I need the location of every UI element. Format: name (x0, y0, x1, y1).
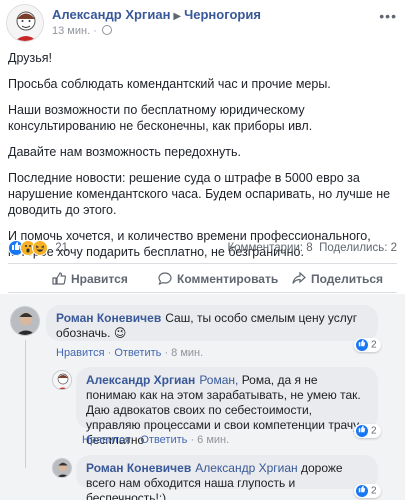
reply-author-avatar[interactable] (52, 370, 72, 390)
post-paragraph: Последние новости: решение суда о штрафе… (8, 171, 391, 217)
like-icon (356, 485, 368, 497)
commenter-avatar[interactable] (10, 306, 40, 336)
reaction-icons[interactable]: 21 (8, 240, 68, 258)
author-avatar[interactable] (6, 4, 44, 42)
separator: · (190, 434, 195, 446)
engagement-counts: Комментарии: 8 Поделились: 2 (227, 242, 397, 254)
post-paragraph: Наши возможности по бесплатному юридичес… (8, 103, 313, 133)
divider (8, 292, 397, 293)
reply-like-count: 2 (371, 425, 377, 437)
thumbs-up-icon (52, 271, 67, 286)
comment-like-count: 2 (371, 339, 377, 351)
post-header: Александр Хргиан ▶ Черногория 13 мин. · ••… (0, 0, 405, 44)
divider (8, 263, 397, 264)
reply-reply-button[interactable]: Ответить (140, 434, 187, 446)
group-name[interactable]: Черногория (184, 7, 261, 22)
post-paragraph: Просьба соблюдать комендантский час и пр… (8, 77, 331, 91)
comment-like-badge[interactable]: 2 (354, 338, 381, 352)
reply-bubble: Роман Коневичев Александр Хргиан дороже в… (76, 455, 378, 500)
comment-like-button[interactable]: Нравится (56, 347, 105, 359)
post-paragraph: Друзья! (8, 51, 53, 65)
post-time[interactable]: 13 мин. · (52, 25, 97, 37)
thread-line (25, 340, 26, 468)
comment-reply-button[interactable]: Ответить (114, 347, 161, 359)
comments-count[interactable]: Комментарии: 8 (227, 242, 312, 254)
separator: · (107, 347, 112, 359)
reply-like-badge[interactable]: 2 (354, 484, 381, 498)
share-button[interactable]: Поделиться (292, 271, 383, 286)
share-icon (292, 271, 306, 286)
reply-time[interactable]: 6 мин. (197, 434, 229, 446)
post-meta: 13 мин. · (52, 25, 112, 37)
globe-icon (101, 25, 112, 35)
shares-count[interactable]: Поделились: 2 (319, 242, 397, 254)
comment-bubble: Роман Коневичев Саш, ты особо смелым цену… (46, 305, 378, 341)
arrow-right-icon: ▶ (173, 11, 182, 22)
share-label: Поделиться (311, 272, 384, 286)
separator: · (133, 434, 138, 446)
reply-mention[interactable]: Роман, (199, 373, 238, 387)
reply-like-button[interactable]: Нравится (82, 434, 131, 446)
reply-actions: Нравится · Ответить · 6 мин. (82, 434, 229, 446)
like-icon (356, 339, 368, 351)
reaction-count: 21 (55, 242, 68, 254)
reactions-bar: 21 Комментарии: 8 Поделились: 2 (8, 240, 397, 260)
author-line: Александр Хргиан ▶ Черногория (52, 7, 261, 22)
comment-label: Комментировать (177, 272, 279, 286)
comment-button[interactable]: Комментировать (158, 271, 278, 286)
like-button[interactable]: Нравится (52, 271, 128, 286)
comment-icon (158, 271, 172, 286)
author-name[interactable]: Александр Хргиан (52, 7, 170, 22)
reply-author[interactable]: Роман Коневичев (86, 461, 191, 475)
post-actions: Нравится Комментировать Поделиться (0, 266, 405, 292)
like-icon (356, 425, 368, 437)
like-label: Нравится (71, 272, 128, 286)
separator: · (164, 347, 169, 359)
reply-like-count: 2 (371, 485, 377, 497)
reply-author-avatar[interactable] (52, 458, 72, 478)
haha-icon (32, 240, 48, 256)
more-options-icon[interactable]: ••• (379, 8, 397, 24)
reply-author[interactable]: Александр Хргиан (86, 373, 195, 387)
comment-author[interactable]: Роман Коневичев (56, 311, 161, 325)
reply-bubble: Александр Хргиан Роман, Рома, да я не пон… (76, 367, 378, 447)
reply-like-badge[interactable]: 2 (354, 424, 381, 438)
post-text: Друзья! Просьба соблюдать комендантский … (8, 50, 398, 270)
wink-emoji: 😉 (113, 326, 127, 340)
author-avatar-image (7, 5, 43, 41)
comment-actions: Нравится · Ответить · 8 мин. (56, 347, 203, 359)
reply-mention[interactable]: Александр Хргиан (195, 461, 297, 475)
post-paragraph: Давайте нам возможность передохнуть. (8, 145, 241, 159)
comment-time[interactable]: 8 мин. (171, 347, 203, 359)
